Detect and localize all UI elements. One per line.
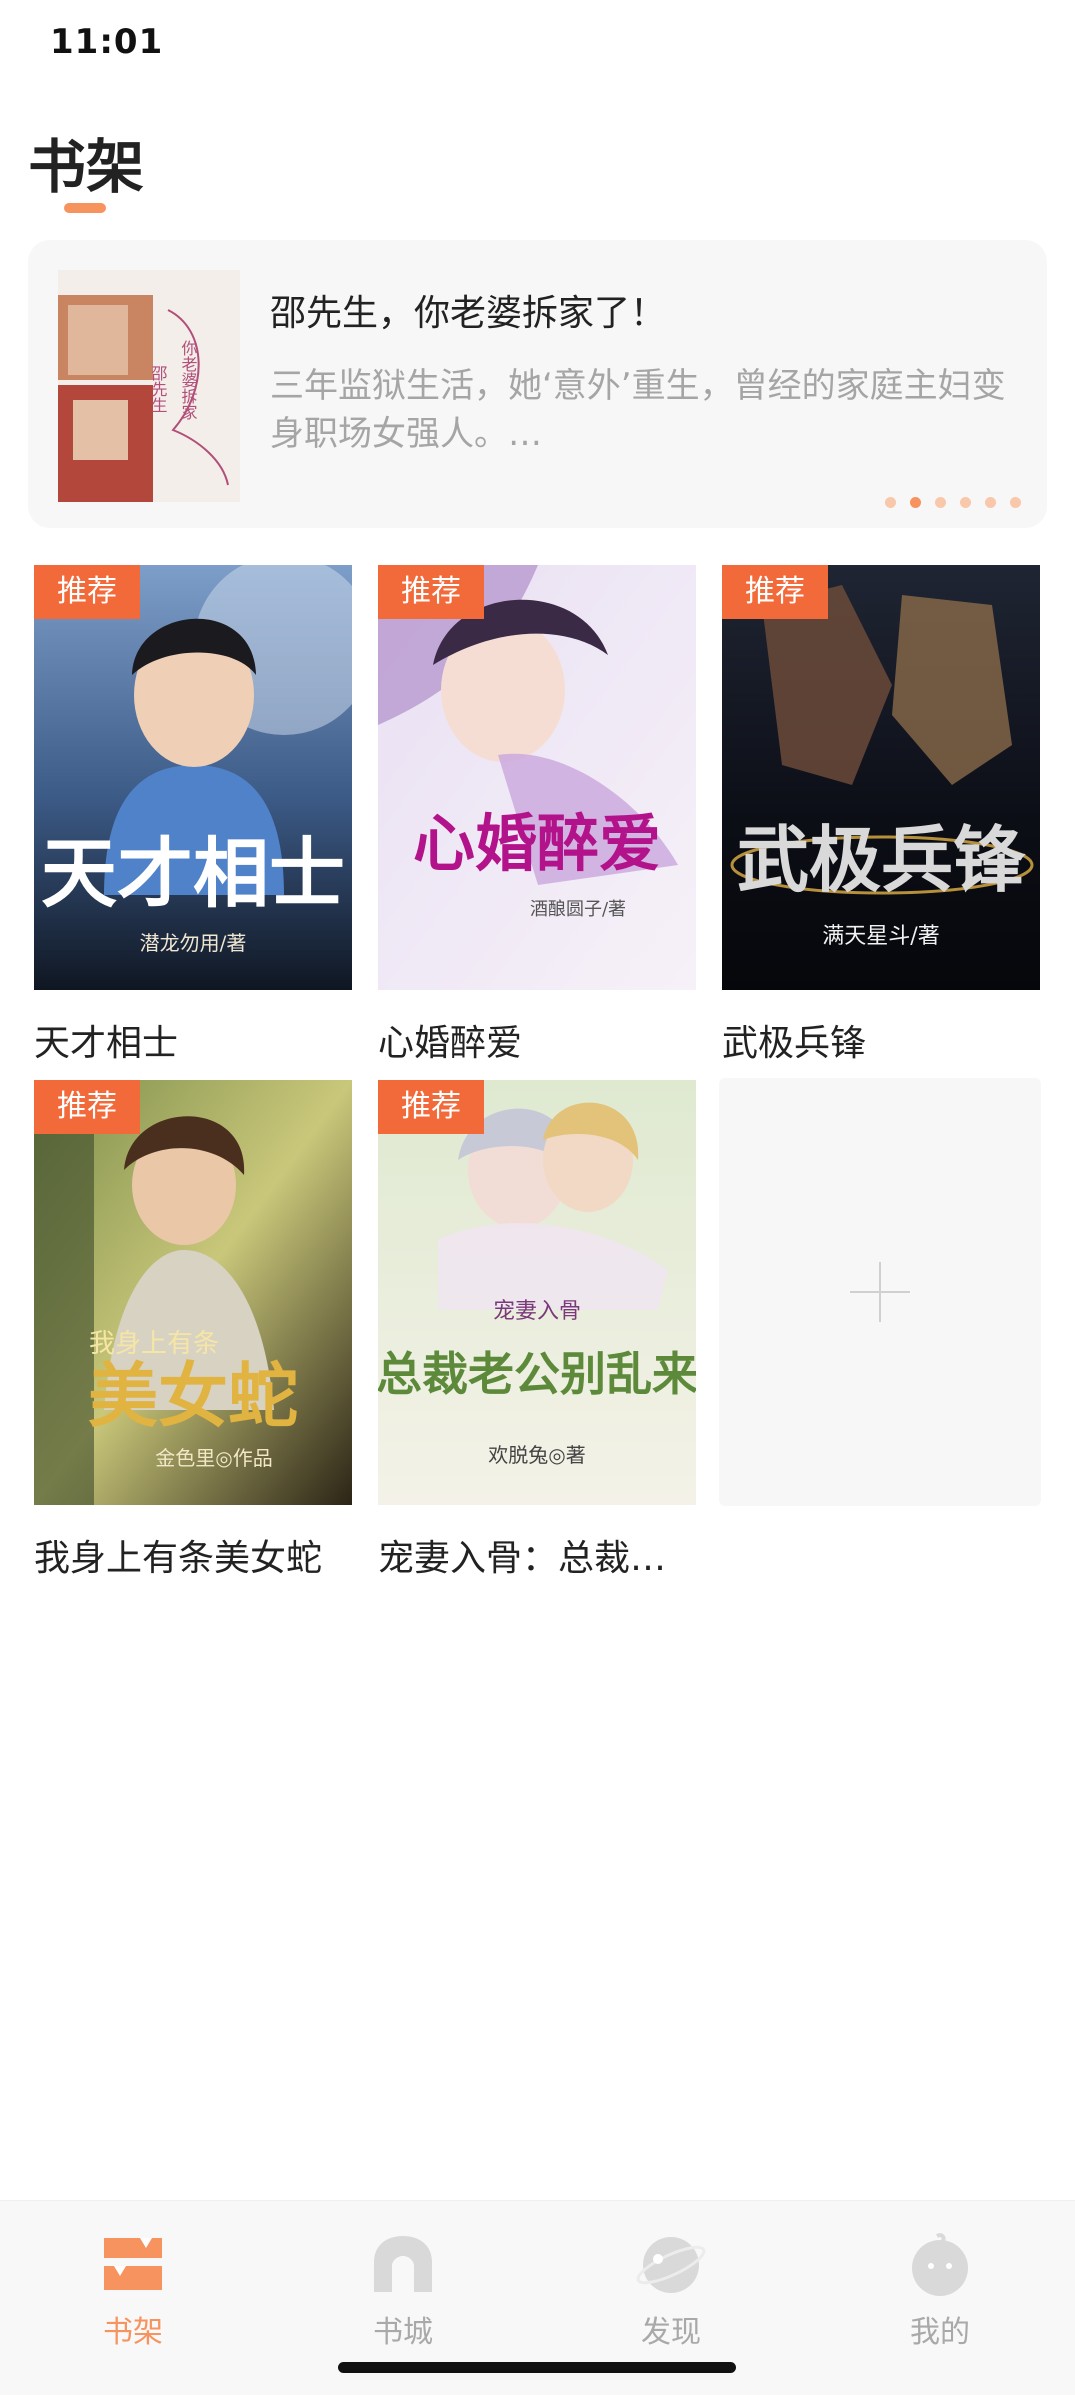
- status-bar: 11:01: [0, 0, 1075, 90]
- book-card[interactable]: 武极兵锋 满天星斗/著 推荐 武极兵锋: [722, 565, 1040, 1066]
- book-title: 宠妻入骨：总裁…: [378, 1538, 667, 1579]
- book-cover: 宠妻入骨 总裁老公别乱来 欢脱兔◎著 推荐: [378, 1080, 696, 1505]
- cover-author-text: 金色里◎作品: [155, 1446, 272, 1470]
- recommend-badge: 推荐: [34, 1080, 140, 1134]
- book-title: 武极兵锋: [722, 1023, 867, 1064]
- banner-description: 三年监狱生活，她‘意外’重生，曾经的家庭主妇变身职场女强人。…: [270, 366, 1006, 454]
- discover-icon: [601, 2229, 741, 2299]
- recommend-badge: 推荐: [722, 565, 828, 619]
- pagination-dot: [1010, 497, 1021, 508]
- pagination-dot: [885, 497, 896, 508]
- recommend-banner[interactable]: 邵先生 你老婆拆家 邵先生，你老婆拆家了！ 三年监狱生活，她‘意外’重生，曾经的…: [28, 240, 1047, 528]
- book-cover: 天才相士 潜龙勿用/著 推荐: [34, 565, 352, 990]
- status-time: 11:01: [50, 22, 164, 62]
- book-card[interactable]: 心婚醉爱 酒酿圆子/著 推荐 心婚醉爱: [378, 565, 696, 1066]
- home-indicator[interactable]: [338, 2362, 736, 2373]
- cover-author-text: 满天星斗/著: [822, 924, 939, 949]
- svg-text:你老婆拆家: 你老婆拆家: [179, 340, 198, 420]
- book-card[interactable]: 宠妻入骨 总裁老公别乱来 欢脱兔◎著 推荐 宠妻入骨：总裁…: [378, 1080, 696, 1581]
- cover-title-text: 天才相士: [41, 829, 345, 918]
- tab-label: 书架: [103, 2315, 163, 2350]
- cover-title-text: 武极兵锋: [737, 817, 1026, 902]
- bookstore-icon: [333, 2229, 473, 2299]
- banner-title: 邵先生，你老婆拆家了！: [270, 293, 667, 334]
- svg-text:邵先生: 邵先生: [149, 365, 168, 413]
- cover-author-text: 潜龙勿用/著: [140, 931, 247, 955]
- recommend-badge: 推荐: [378, 1080, 484, 1134]
- tab-bookstore[interactable]: 书城: [333, 2229, 473, 2351]
- tab-bookshelf[interactable]: 书架: [63, 2229, 203, 2351]
- pagination-dot-active: [910, 497, 921, 508]
- pagination-dot: [960, 497, 971, 508]
- title-underline: [64, 203, 106, 213]
- book-title: 天才相士: [34, 1023, 179, 1064]
- cover-title-text: 总裁老公别乱来: [378, 1347, 696, 1401]
- pagination-dot: [935, 497, 946, 508]
- cover-author-text: 欢脱兔◎著: [488, 1443, 585, 1467]
- book-cover: 我身上有条 美女蛇 金色里◎作品 推荐: [34, 1080, 352, 1505]
- banner-pagination: [885, 497, 1021, 508]
- tab-discover[interactable]: 发现: [601, 2229, 741, 2351]
- book-card[interactable]: 天才相士 潜龙勿用/著 推荐 天才相士: [34, 565, 352, 1066]
- page-title: 书架: [28, 133, 145, 201]
- profile-icon: [870, 2229, 1010, 2299]
- cover-title-text: 美女蛇: [88, 1354, 298, 1437]
- book-title: 我身上有条美女蛇: [34, 1538, 323, 1579]
- cover-author-text: 酒酿圆子/著: [530, 899, 626, 920]
- cover-subtitle-text: 宠妻入骨: [493, 1299, 581, 1324]
- book-title: 心婚醉爱: [378, 1023, 523, 1064]
- recommend-badge: 推荐: [34, 565, 140, 619]
- tab-label: 我的: [910, 2315, 970, 2350]
- cover-title-text: 心婚醉爱: [413, 807, 661, 880]
- recommend-badge: 推荐: [378, 565, 484, 619]
- pagination-dot: [985, 497, 996, 508]
- tab-profile[interactable]: 我的: [870, 2229, 1010, 2351]
- book-cover: 心婚醉爱 酒酿圆子/著 推荐: [378, 565, 696, 990]
- plus-icon-vertical: [879, 1262, 881, 1322]
- banner-book-cover: 邵先生 你老婆拆家: [58, 270, 240, 502]
- book-cover: 武极兵锋 满天星斗/著 推荐: [722, 565, 1040, 990]
- add-book-button[interactable]: [719, 1078, 1041, 1506]
- bookshelf-icon: [63, 2229, 203, 2299]
- tab-label: 书城: [373, 2315, 433, 2350]
- book-card[interactable]: 我身上有条 美女蛇 金色里◎作品 推荐 我身上有条美女蛇: [34, 1080, 352, 1581]
- tab-label: 发现: [641, 2315, 701, 2350]
